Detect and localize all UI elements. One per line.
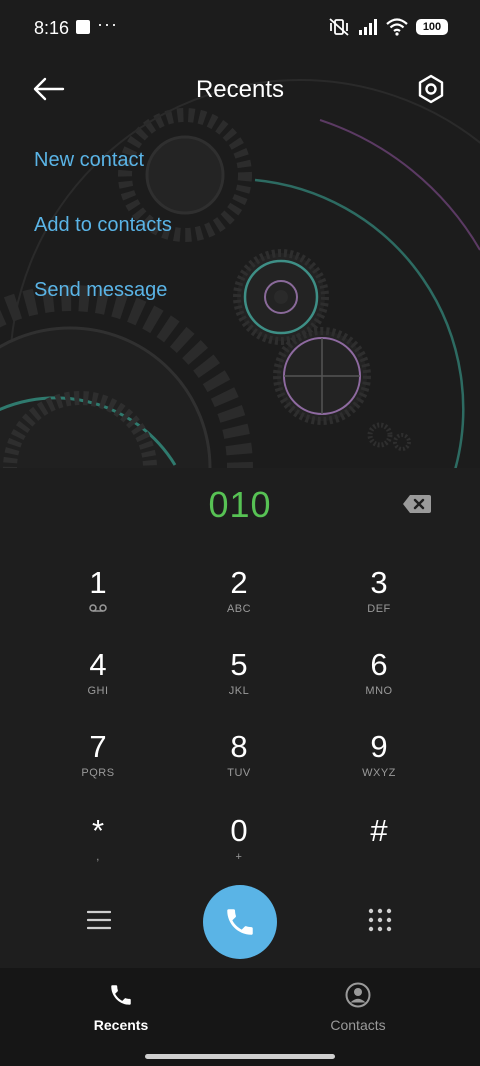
key-digit: 0 [230,813,248,848]
key-letters: PQRS [81,767,115,779]
key-9[interactable]: 9 WXYZ [309,726,449,800]
contact-icon [345,982,371,1008]
phone-icon [227,909,253,935]
menu-button[interactable] [75,896,123,944]
key-digit: 5 [230,647,248,682]
dialer-panel: 010 1 2 ABC 3 DEF 4 GHI 5 JKL 6 MNO 7 PQ… [0,468,480,968]
wifi-icon [386,18,408,36]
key-letters [309,851,449,865]
settings-button[interactable] [410,68,452,110]
tab-contacts[interactable]: Contacts [288,982,428,1033]
key-letters: TUV [227,767,251,779]
home-indicator[interactable] [145,1054,335,1059]
key-digit: 8 [230,729,248,764]
new-contact-link[interactable]: New contact [34,149,144,172]
key-digit: 3 [370,565,388,600]
key-digit: 7 [89,729,107,764]
tab-recents-label: Recents [93,1017,149,1033]
status-time: 8:16 [34,18,70,38]
wallpaper-area: 8:16 ··· 100 Recents New contact Add to … [0,0,480,468]
key-letters: WXYZ [362,767,396,779]
signal-icon [359,19,377,35]
status-bar: 8:16 ··· 100 [0,0,480,56]
key-letters: JKL [228,685,250,697]
call-button[interactable] [203,885,277,959]
bottom-navigation: Recents Contacts [0,968,480,1066]
phone-icon [111,985,131,1005]
menu-icon [87,910,111,930]
key-digit: * [91,813,105,848]
key-6[interactable]: 6 MNO [309,644,449,718]
backspace-icon[interactable] [402,494,432,514]
key-letters [28,603,168,617]
more-notifications-icon: ··· [97,14,118,34]
key-star[interactable]: * , [28,810,168,884]
notification-icon [76,20,90,34]
battery-icon: 100 [416,19,448,35]
key-digit: 2 [230,565,248,600]
key-7[interactable]: 7 PQRS [28,726,168,800]
key-1[interactable]: 1 [28,562,168,636]
key-2[interactable]: 2 ABC [169,562,309,636]
key-0[interactable]: 0 + [169,810,309,884]
key-digit: 4 [89,647,107,682]
vibrate-off-icon [329,18,349,36]
key-letters: GHI [87,685,109,697]
dialpad-icon [368,908,392,932]
add-to-contacts-link[interactable]: Add to contacts [34,214,172,237]
key-8[interactable]: 8 TUV [169,726,309,800]
key-digit: 6 [370,647,388,682]
settings-icon [418,74,444,104]
key-letters: DEF [367,603,391,615]
key-letters: ABC [226,603,252,615]
tab-recents[interactable]: Recents [51,982,191,1033]
dialpad-toggle-button[interactable] [356,896,404,944]
key-hash[interactable]: # [309,810,449,884]
key-3[interactable]: 3 DEF [309,562,449,636]
key-5[interactable]: 5 JKL [169,644,309,718]
page-title: Recents [195,76,285,103]
key-letters: + [235,851,243,863]
send-message-link[interactable]: Send message [34,279,167,302]
key-digit: 1 [89,565,107,600]
key-4[interactable]: 4 GHI [28,644,168,718]
voicemail-icon [89,604,107,612]
key-digit: # [370,813,388,848]
app-bar: Recents [0,60,480,120]
tab-contacts-label: Contacts [330,1017,386,1033]
status-icons: 100 [328,17,448,37]
key-digit: 9 [370,729,388,764]
key-letters: MNO [365,685,393,697]
key-letters: , [96,851,100,863]
